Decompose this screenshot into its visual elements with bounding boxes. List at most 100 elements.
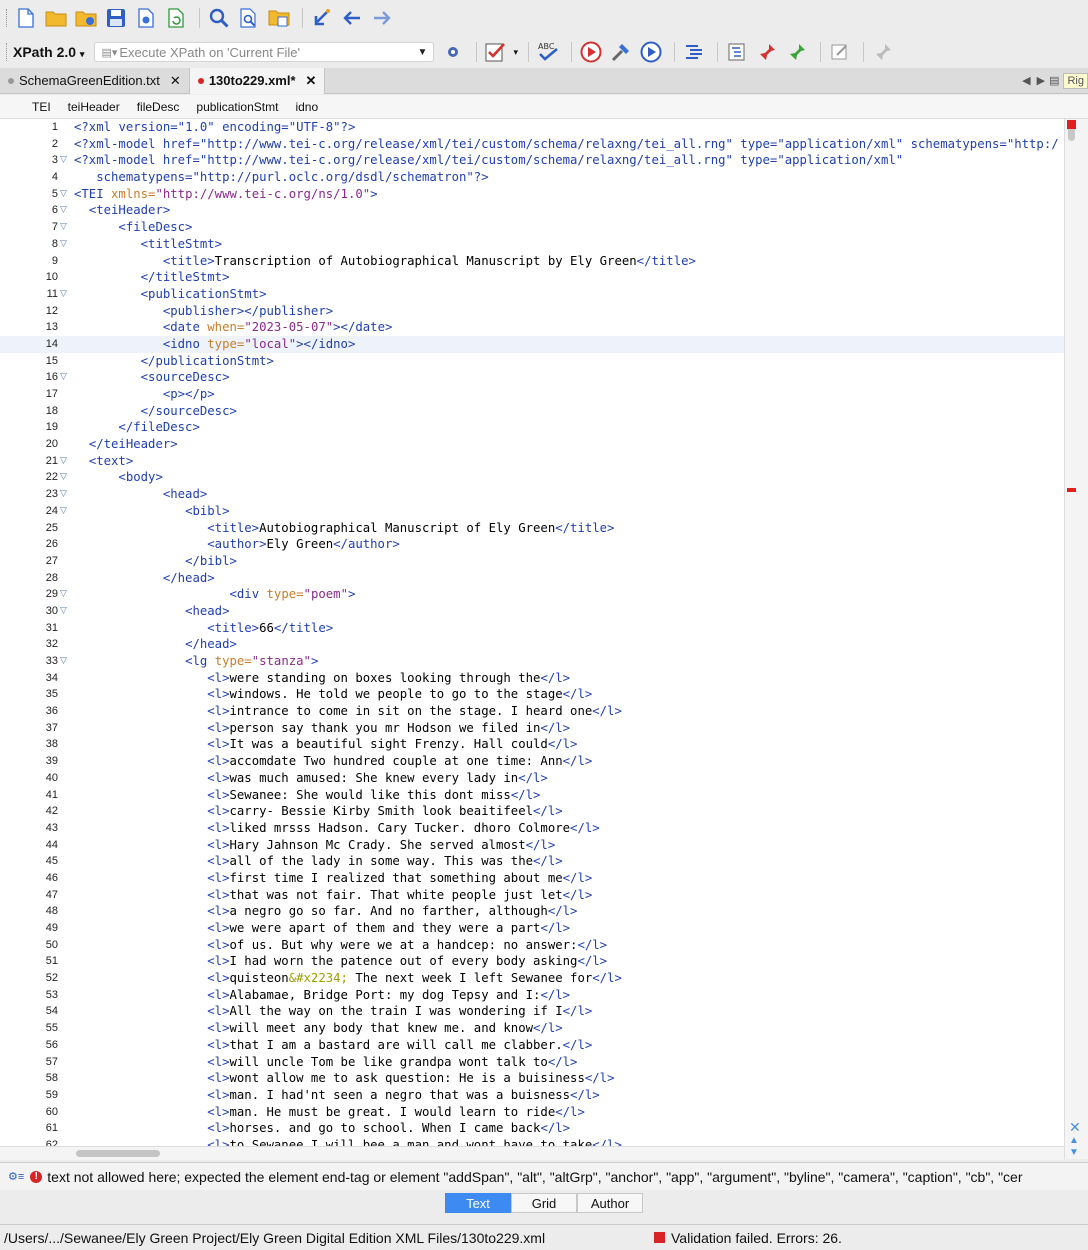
breadcrumb-item[interactable]: idno: [295, 100, 318, 114]
fold-toggle-icon[interactable]: ▽: [60, 286, 70, 303]
fold-toggle-icon[interactable]: ▽: [60, 186, 70, 203]
code-line[interactable]: 16 ▽ <sourceDesc>: [0, 369, 1064, 386]
new-file-icon[interactable]: [13, 5, 39, 31]
code-line[interactable]: 3 ▽ <?xml-model href="http://www.tei-c.org…: [0, 152, 1064, 169]
xpath-version-dropdown[interactable]: XPath 2.0 ▾: [13, 44, 84, 60]
fold-toggle-icon[interactable]: ▽: [60, 236, 70, 253]
code-line[interactable]: 32 </head>: [0, 636, 1064, 653]
code-line[interactable]: 44 <l>Hary Jahnson Mc Crady. She served …: [0, 837, 1064, 854]
code-line[interactable]: 34 <l>were standing on boxes looking thr…: [0, 670, 1064, 687]
code-line[interactable]: 56 <l>that I am a bastard are will call …: [0, 1037, 1064, 1054]
code-line[interactable]: 35 <l>windows. He told we people to go t…: [0, 686, 1064, 703]
side-panel-label[interactable]: Rig: [1063, 72, 1088, 89]
tab-schema-green-edition[interactable]: SchemaGreenEdition.txt ✕: [0, 68, 189, 94]
previous-error-icon[interactable]: ▲: [1069, 1135, 1079, 1146]
code-line[interactable]: 59 <l>man. I had'nt seen a negro that wa…: [0, 1087, 1064, 1104]
error-marker[interactable]: [1067, 488, 1076, 492]
code-line[interactable]: 61 <l>horses. and go to school. When I c…: [0, 1120, 1064, 1137]
tab-grid-mode[interactable]: Grid: [511, 1193, 577, 1213]
code-line[interactable]: 8 ▽ <titleStmt>: [0, 236, 1064, 253]
validation-problem-bar[interactable]: ⚙≡ ! text not allowed here; expected the…: [0, 1162, 1088, 1190]
code-editor[interactable]: 1 <?xml version="1.0" encoding="UTF-8"?> 2…: [0, 119, 1064, 1146]
code-line[interactable]: 58 <l>wont allow me to ask question: He …: [0, 1070, 1064, 1087]
code-line[interactable]: 21 ▽ <text>: [0, 453, 1064, 470]
code-line[interactable]: 27 </bibl>: [0, 553, 1064, 570]
code-line[interactable]: 2 <?xml-model href="http://www.tei-c.org/…: [0, 136, 1064, 153]
toolbar-grip[interactable]: [6, 9, 9, 27]
code-line[interactable]: 6 ▽ <teiHeader>: [0, 202, 1064, 219]
code-line[interactable]: 7 ▽ <fileDesc>: [0, 219, 1064, 236]
validation-status[interactable]: Validation failed. Errors: 26.: [654, 1230, 842, 1246]
horizontal-scroll-thumb[interactable]: [76, 1150, 160, 1157]
breadcrumb-item[interactable]: publicationStmt: [196, 100, 278, 114]
find-in-files-icon[interactable]: [236, 5, 262, 31]
code-line[interactable]: 42 <l>carry- Bessie Kirby Smith look bea…: [0, 803, 1064, 820]
breadcrumb-item[interactable]: TEI: [32, 100, 51, 114]
open-folder-icon[interactable]: [43, 5, 69, 31]
code-line[interactable]: 14 <idno type="local"></idno>: [0, 335, 1064, 353]
validate-icon[interactable]: [483, 39, 509, 65]
code-line[interactable]: 20 </teiHeader>: [0, 436, 1064, 453]
code-line[interactable]: 45 <l>all of the lady in some way. This …: [0, 853, 1064, 870]
code-line[interactable]: 37 <l>person say thank you mr Hodson we …: [0, 720, 1064, 737]
code-line[interactable]: 36 <l>intrance to come in sit on the sta…: [0, 703, 1064, 720]
save-icon[interactable]: [103, 5, 129, 31]
print-icon[interactable]: [133, 5, 159, 31]
tab-130to229[interactable]: 130to229.xml* ✕: [188, 67, 326, 94]
spell-check-icon[interactable]: ABC: [535, 39, 561, 65]
fold-toggle-icon[interactable]: ▽: [60, 453, 70, 470]
code-line[interactable]: 11 ▽ <publicationStmt>: [0, 286, 1064, 303]
back-icon[interactable]: [309, 5, 335, 31]
tab-author-mode[interactable]: Author: [577, 1193, 643, 1213]
code-line[interactable]: 33 ▽ <lg type="stanza">: [0, 653, 1064, 670]
code-line[interactable]: 38 <l>It was a beautiful sight Frenzy. H…: [0, 736, 1064, 753]
code-line[interactable]: 62 <l>to Sewanee I will bee a man and wo…: [0, 1137, 1064, 1146]
fold-toggle-icon[interactable]: ▽: [60, 503, 70, 520]
code-line[interactable]: 48 <l>a negro go so far. And no farther,…: [0, 903, 1064, 920]
code-line[interactable]: 15 </publicationStmt>: [0, 353, 1064, 370]
code-line[interactable]: 54 <l>All the way on the train I was won…: [0, 1003, 1064, 1020]
breadcrumb-item[interactable]: fileDesc: [137, 100, 180, 114]
chevron-down-icon[interactable]: ▼: [418, 47, 428, 58]
problem-settings-icon[interactable]: ⚙≡: [8, 1170, 24, 1183]
code-line[interactable]: 52 <l>quisteon&#x2234; The next week I l…: [0, 970, 1064, 987]
code-line[interactable]: 46 <l>first time I realized that somethi…: [0, 870, 1064, 887]
open-url-icon[interactable]: [73, 5, 99, 31]
edit-document-icon[interactable]: [827, 39, 853, 65]
fold-toggle-icon[interactable]: ▽: [60, 653, 70, 670]
code-line[interactable]: 10 </titleStmt>: [0, 269, 1064, 286]
code-line[interactable]: 25 <title>Autobiographical Manuscript of…: [0, 520, 1064, 537]
toolbar-grip[interactable]: [6, 43, 9, 61]
fold-toggle-icon[interactable]: ▽: [60, 603, 70, 620]
code-line[interactable]: 24 ▽ <bibl>: [0, 503, 1064, 520]
close-icon[interactable]: ✕: [306, 73, 317, 89]
code-line[interactable]: 53 <l>Alabamae, Bridge Port: my dog Teps…: [0, 987, 1064, 1004]
code-line[interactable]: 50 <l>of us. But why were we at a handce…: [0, 937, 1064, 954]
forward-arrow-icon[interactable]: [369, 5, 395, 31]
vertical-scrollbar[interactable]: ✕ ▲ ▼: [1064, 119, 1088, 1159]
horizontal-scrollbar[interactable]: [0, 1146, 1064, 1160]
next-error-icon[interactable]: ▼: [1069, 1147, 1079, 1158]
fold-toggle-icon[interactable]: ▽: [60, 152, 70, 169]
code-line[interactable]: 28 </head>: [0, 570, 1064, 587]
reload-icon[interactable]: [163, 5, 189, 31]
configure-transformation-icon[interactable]: [608, 39, 634, 65]
tab-left-arrow-icon[interactable]: ◀: [1022, 74, 1030, 87]
close-icon[interactable]: ✕: [1069, 1119, 1081, 1136]
code-line[interactable]: 5 ▽ <TEI xmlns="http://www.tei-c.org/ns/1.…: [0, 186, 1064, 203]
code-line[interactable]: 47 <l>that was not fair. That white peop…: [0, 887, 1064, 904]
code-line[interactable]: 13 <date when="2023-05-07"></date>: [0, 319, 1064, 336]
tab-list-icon[interactable]: ▤: [1049, 74, 1059, 87]
code-line[interactable]: 55 <l>will meet any body that knew me. a…: [0, 1020, 1064, 1037]
breadcrumb-item[interactable]: teiHeader: [68, 100, 120, 114]
code-line[interactable]: 31 <title>66</title>: [0, 620, 1064, 637]
fold-toggle-icon[interactable]: ▽: [60, 486, 70, 503]
fold-toggle-icon[interactable]: ▽: [60, 219, 70, 236]
xpath-settings-icon[interactable]: [440, 39, 466, 65]
back-arrow-icon[interactable]: [339, 5, 365, 31]
code-line[interactable]: 17 <p></p>: [0, 386, 1064, 403]
code-line[interactable]: 41 <l>Sewanee: She would like this dont …: [0, 787, 1064, 804]
close-icon[interactable]: ✕: [170, 73, 181, 89]
find-icon[interactable]: [206, 5, 232, 31]
code-line[interactable]: 23 ▽ <head>: [0, 486, 1064, 503]
